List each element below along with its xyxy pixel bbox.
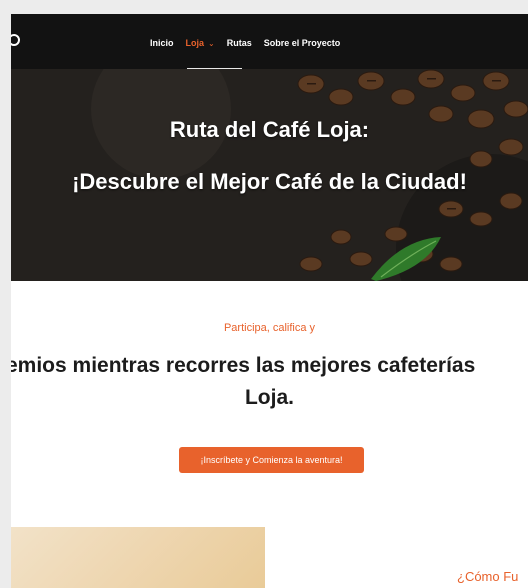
page-frame: Inicio Loja ⌄ Rutas Sobre el Proyecto Ru… (11, 14, 528, 588)
chevron-down-icon: ⌄ (208, 38, 215, 48)
nav-item-inicio[interactable]: Inicio (150, 38, 174, 48)
nav-item-sobre-el-proyecto[interactable]: Sobre el Proyecto (264, 38, 341, 48)
promo-image (11, 527, 265, 588)
hero-banner: Ruta del Café Loja: ¡Descubre el Mejor C… (11, 69, 528, 281)
logo-icon[interactable] (11, 34, 20, 46)
nav-item-loja-label: Loja (185, 38, 205, 48)
how-it-works-heading: ¿Cómo Fu (457, 569, 519, 584)
nav-item-rutas[interactable]: Rutas (227, 38, 252, 48)
signup-button[interactable]: ¡Inscríbete y Comienza la aventura! (179, 447, 364, 473)
nav-menu: Inicio Loja ⌄ Rutas Sobre el Proyecto (150, 38, 352, 48)
intro-headline-line2: Loja. (244, 386, 294, 409)
hero-title-line1: Ruta del Café Loja: (169, 117, 370, 142)
intro-tagline: Participa, califica y (223, 322, 316, 334)
hero-title-line2: ¡Descubre el Mejor Café de la Ciudad! (72, 169, 467, 194)
top-nav: Inicio Loja ⌄ Rutas Sobre el Proyecto (11, 14, 528, 70)
intro-headline-line1: emios mientras recorres las mejores cafe… (11, 354, 476, 377)
nav-item-loja[interactable]: Loja ⌄ (186, 38, 215, 48)
